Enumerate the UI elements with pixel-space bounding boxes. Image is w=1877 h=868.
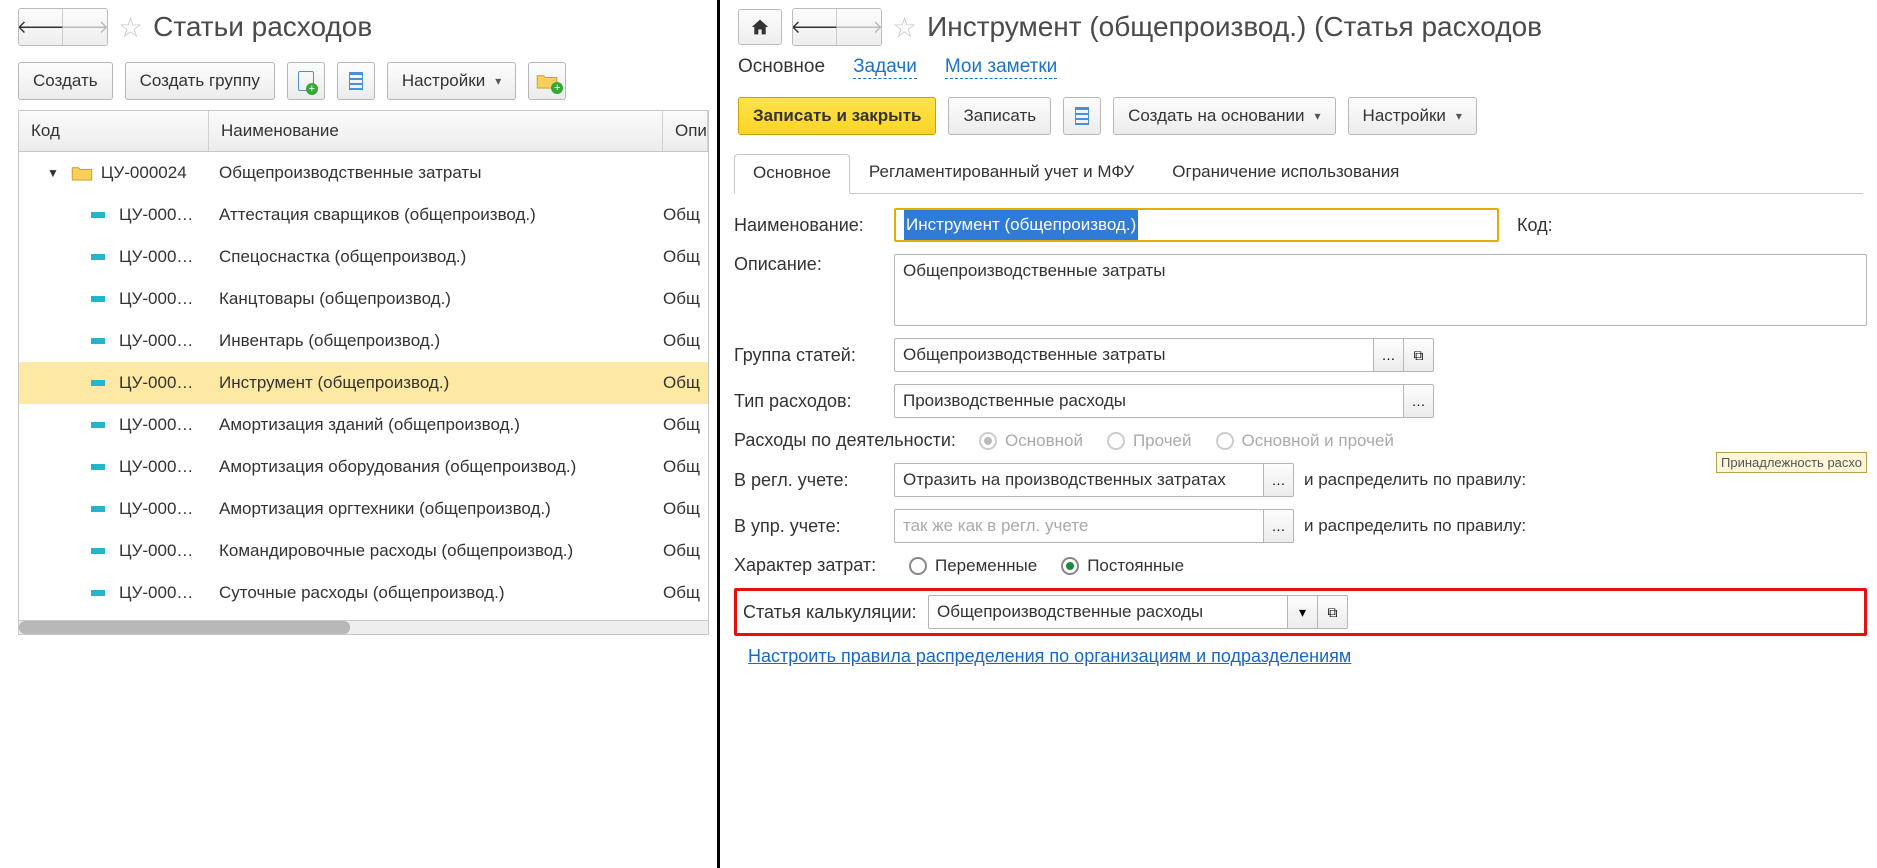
section-tasks[interactable]: Задачи <box>853 56 917 79</box>
page-plus-icon <box>298 71 314 91</box>
regl-input[interactable]: Отразить на производственных затратах <box>894 463 1264 497</box>
col-name[interactable]: Наименование <box>209 111 663 151</box>
list-view-button[interactable] <box>337 62 375 100</box>
activity-label: Расходы по деятельности: <box>734 430 969 451</box>
kalk-label: Статья калькуляции: <box>743 602 918 623</box>
table-row[interactable]: ЦУ-000…Инвентарь (общепроизвод.)Общ <box>19 320 708 362</box>
tab-2[interactable]: Ограничение использования <box>1153 153 1418 193</box>
table-row[interactable]: ЦУ-000…Инструмент (общепроизвод.)Общ <box>19 362 708 404</box>
table-row[interactable]: ЦУ-000…Амортизация оргтехники (общепроиз… <box>19 488 708 530</box>
table-row[interactable]: ЦУ-000…Амортизация оборудования (общепро… <box>19 446 708 488</box>
activity-radio-0: Основной <box>979 431 1083 451</box>
nature-radio-group: Переменные Постоянные <box>909 556 1184 576</box>
type-label: Тип расходов: <box>734 391 884 412</box>
page-title-left: Статьи расходов <box>153 11 372 43</box>
open-external-icon: ⧉ <box>1414 347 1424 364</box>
desc-label: Описание: <box>734 254 884 275</box>
favorite-star-icon-right[interactable]: ☆ <box>892 11 917 44</box>
group-input[interactable]: Общепроизводственные затраты <box>894 338 1374 372</box>
tab-1[interactable]: Регламентированный учет и МФУ <box>850 153 1153 193</box>
list-icon <box>1075 107 1089 125</box>
folder-plus-icon <box>536 73 558 89</box>
tab-bar: ОсновноеРегламентированный учет и МФУОгр… <box>734 153 1863 194</box>
activity-radio-2: Основной и прочей <box>1216 431 1394 451</box>
name-input[interactable]: Инструмент (общепроизвод.) <box>894 208 1499 242</box>
open-external-icon: ⧉ <box>1328 604 1338 621</box>
regl-distribute-text: и распределить по правилу: <box>1304 470 1526 490</box>
upr-input[interactable]: так же как в регл. учете <box>894 509 1264 543</box>
favorite-star-icon[interactable]: ☆ <box>118 11 143 44</box>
kalk-open-button[interactable]: ⧉ <box>1318 595 1348 629</box>
upr-distribute-text: и распределить по правилу: <box>1304 516 1526 536</box>
table-row[interactable]: ЦУ-000…Аттестация сварщиков (общепроизво… <box>19 194 708 236</box>
table-row[interactable]: ЦУ-000…Спецоснастка (общепроизвод.)Общ <box>19 236 708 278</box>
settings-button-left[interactable]: Настройки▾ <box>387 62 516 100</box>
section-notes[interactable]: Мои заметки <box>945 56 1057 79</box>
col-code[interactable]: Код <box>19 111 209 151</box>
upr-select-button[interactable]: … <box>1264 509 1294 543</box>
activity-radio-group: Основной Прочей Основной и прочей <box>979 431 1394 451</box>
section-nav: Основное Задачи Мои заметки <box>720 54 1877 89</box>
table-row[interactable]: ЦУ-000…Командировочные расходы (общепрои… <box>19 530 708 572</box>
type-input[interactable]: Производственные расходы <box>894 384 1404 418</box>
back-button-right[interactable]: 🡐 <box>793 9 837 45</box>
forward-button[interactable]: 🡒 <box>63 9 107 45</box>
group-label: Группа статей: <box>734 345 884 366</box>
activity-radio-1: Прочей <box>1107 431 1192 451</box>
create-group-button[interactable]: Создать группу <box>125 62 275 100</box>
group-select-button[interactable]: … <box>1374 338 1404 372</box>
grid-header: Код Наименование Опи <box>19 111 708 152</box>
upr-label: В упр. учете: <box>734 516 884 537</box>
kalk-dropdown-button[interactable]: ▾ <box>1288 595 1318 629</box>
type-select-button[interactable]: … <box>1404 384 1434 418</box>
group-open-button[interactable]: ⧉ <box>1404 338 1434 372</box>
desc-textarea[interactable]: Общепроизводственные затраты <box>894 254 1867 326</box>
back-button[interactable]: 🡐 <box>19 9 63 45</box>
setup-distribution-link[interactable]: Настроить правила распределения по орган… <box>748 646 1351 666</box>
highlight-kalk-box: Статья калькуляции: Общепроизводственные… <box>734 588 1867 636</box>
nature-radio-0[interactable]: Переменные <box>909 556 1037 576</box>
tab-0[interactable]: Основное <box>734 154 850 194</box>
col-desc[interactable]: Опи <box>663 111 708 151</box>
name-label: Наименование: <box>734 215 884 236</box>
horizontal-scrollbar[interactable] <box>19 620 708 634</box>
nature-radio-1[interactable]: Постоянные <box>1061 556 1184 576</box>
create-button[interactable]: Создать <box>18 62 113 100</box>
list-mode-button[interactable] <box>1063 97 1101 135</box>
nature-label: Характер затрат: <box>734 555 899 576</box>
group-row[interactable]: ▼ ЦУ-000024Общепроизводственные затраты <box>19 152 708 194</box>
save-button[interactable]: Записать <box>948 97 1051 135</box>
nav-history-group-right: 🡐 🡒 <box>792 8 882 46</box>
create-on-button[interactable]: Создать на основании▾ <box>1113 97 1335 135</box>
forward-button-right[interactable]: 🡒 <box>837 9 881 45</box>
section-main[interactable]: Основное <box>738 56 825 79</box>
regl-select-button[interactable]: … <box>1264 463 1294 497</box>
list-icon <box>349 72 363 90</box>
home-button[interactable] <box>738 9 782 45</box>
regl-label: В регл. учете: <box>734 470 884 491</box>
table-row[interactable]: ЦУ-000…Канцтовары (общепроизвод.)Общ <box>19 278 708 320</box>
nav-history-group: 🡐 🡒 <box>18 8 108 46</box>
copy-button[interactable] <box>287 62 325 100</box>
page-title-right: Инструмент (общепроизвод.) (Статья расхо… <box>927 11 1542 43</box>
kalk-input[interactable]: Общепроизводственные расходы <box>928 595 1288 629</box>
table-row[interactable]: ЦУ-000…Суточные расходы (общепроизвод.)О… <box>19 572 708 614</box>
folder-action-button[interactable] <box>528 62 566 100</box>
table-row[interactable]: ЦУ-000…Амортизация зданий (общепроизвод.… <box>19 404 708 446</box>
tooltip: Принадлежность расхо <box>1716 452 1867 473</box>
code-label: Код: <box>1517 215 1553 236</box>
save-close-button[interactable]: Записать и закрыть <box>738 97 936 135</box>
settings-button-right[interactable]: Настройки▾ <box>1348 97 1477 135</box>
